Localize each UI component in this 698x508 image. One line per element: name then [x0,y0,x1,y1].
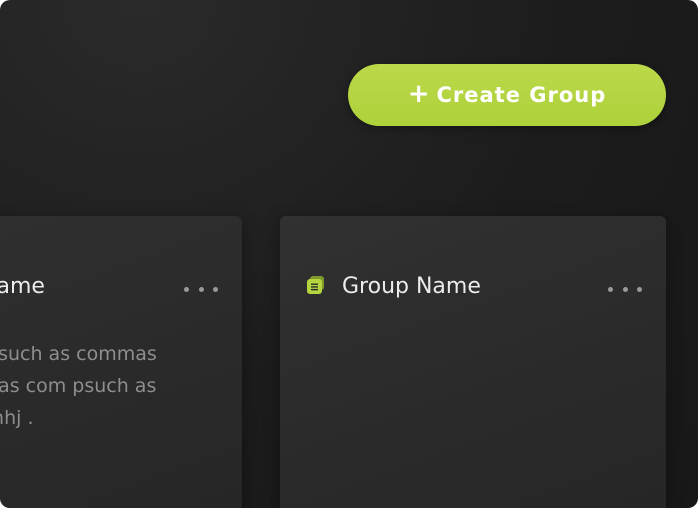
create-group-label: Create Group [436,83,607,107]
more-options-icon[interactable] [184,282,218,296]
group-card[interactable]: Name n such as commas n as com psuch as … [0,216,242,508]
description-line: n as com psuch as [0,375,157,397]
plus-icon: + [407,78,431,109]
description-line: dhhj . [0,407,34,429]
group-card[interactable]: Group Name [280,216,666,508]
create-group-button[interactable]: + Create Group [348,64,666,126]
group-card-title: Name [0,274,45,299]
groups-panel: + Create Group Name n such as commas n a… [0,0,698,508]
description-line: n such as commas [0,343,157,365]
group-card-description: n such as commas n as com psuch as dhhj … [0,338,240,434]
group-card-title: Group Name [342,274,481,299]
group-stack-icon [307,276,324,294]
more-options-icon[interactable] [608,282,642,296]
